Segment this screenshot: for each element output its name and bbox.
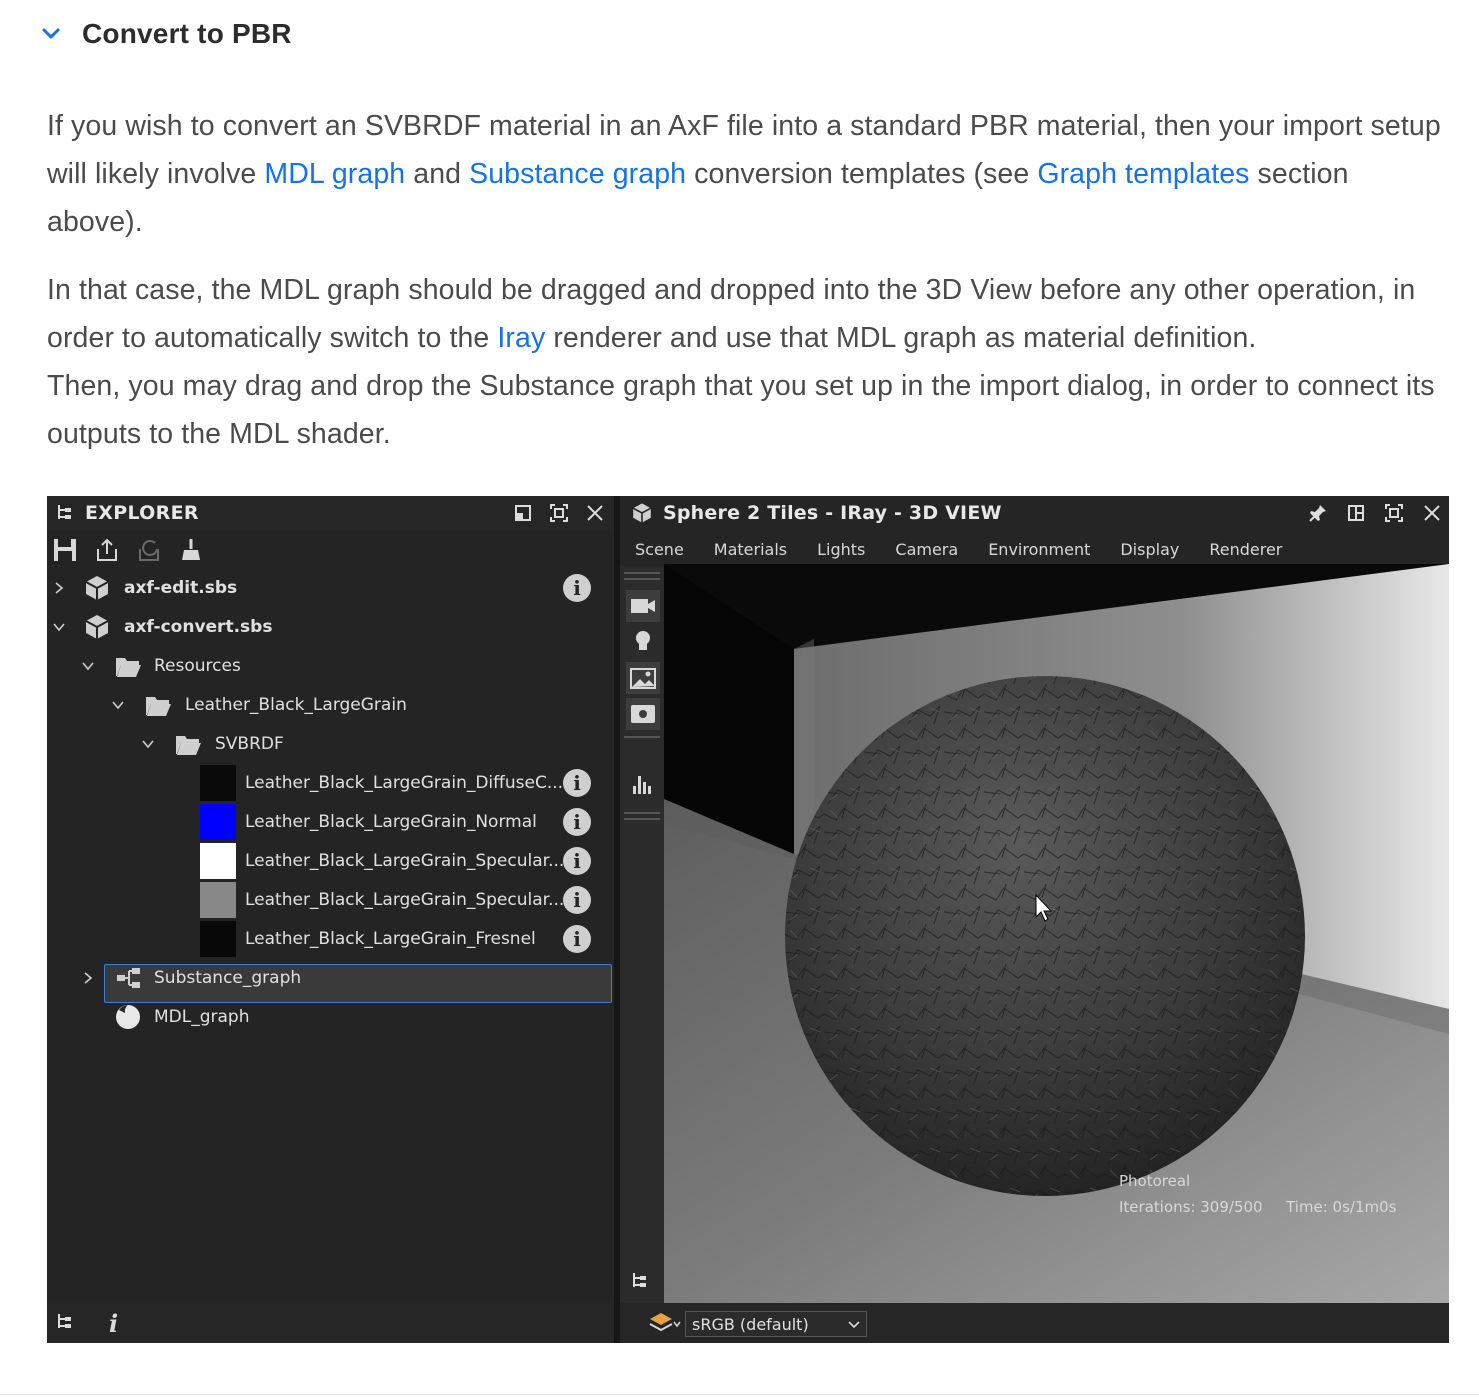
view3d-menubar: Scene Materials Lights Camera Environmen… <box>620 534 1449 564</box>
split-view-icon[interactable] <box>1345 502 1367 524</box>
link-mdl-graph[interactable]: MDL graph <box>264 158 405 190</box>
link-iray[interactable]: Iray <box>497 322 545 354</box>
menu-materials[interactable]: Materials <box>714 540 787 559</box>
tree-item-bitmap-fresnel[interactable]: Leather_Black_LargeGrain_Fresnel i <box>47 919 614 958</box>
float-panel-icon[interactable] <box>512 502 534 524</box>
chevron-down-icon[interactable] <box>80 658 96 674</box>
info-icon[interactable]: i <box>563 768 591 797</box>
package-icon <box>85 575 109 600</box>
tree-item-svbrdf[interactable]: SVBRDF <box>47 724 614 763</box>
tree-item-bitmap-diffuse[interactable]: Leather_Black_LargeGrain_DiffuseC... i <box>47 763 614 802</box>
tree-item-substance-graph[interactable]: Substance_graph <box>47 958 614 997</box>
render-viewport[interactable]: Photoreal Iterations: 309/500 Time: 0s/1… <box>664 564 1449 1304</box>
tree-item-leather-folder[interactable]: Leather_Black_LargeGrain <box>47 685 614 724</box>
explorer-title: EXPLORER <box>85 502 199 524</box>
paragraph-instructions: In that case, the MDL graph should be dr… <box>47 274 1435 450</box>
folder-open-icon <box>116 657 141 677</box>
info-icon[interactable]: i <box>563 573 591 602</box>
tree-icon <box>58 505 71 519</box>
view3d-side-toolbar <box>620 566 664 1306</box>
close-icon[interactable] <box>1421 502 1443 524</box>
chevron-down-icon[interactable] <box>140 736 156 752</box>
menu-camera[interactable]: Camera <box>895 540 958 559</box>
package-icon <box>85 614 109 639</box>
mdl-sphere-icon <box>116 1004 140 1029</box>
colorspace-select[interactable]: sRGB (default) <box>685 1311 867 1337</box>
light-bulb-icon[interactable] <box>626 626 660 658</box>
render-time-label: Time: 0s/1m0s <box>1286 1198 1397 1216</box>
chevron-right-icon[interactable] <box>51 580 67 596</box>
chevron-down-icon[interactable] <box>110 697 126 713</box>
tree-icon[interactable] <box>630 1270 652 1292</box>
thumbnail-swatch <box>200 764 236 801</box>
environment-icon[interactable] <box>626 662 660 694</box>
menu-scene[interactable]: Scene <box>635 540 684 559</box>
tree-item-axf-edit[interactable]: axf-edit.sbs i <box>47 568 614 607</box>
info-icon[interactable]: i <box>563 885 591 914</box>
folder-open-icon <box>176 735 201 755</box>
menu-renderer[interactable]: Renderer <box>1209 540 1282 559</box>
render-iterations-label: Iterations: 309/500 <box>1119 1198 1263 1216</box>
explorer-panel: EXPLORER axf-edit.sbs i axf-convert.sbs … <box>47 496 614 1343</box>
folder-open-icon <box>146 696 171 716</box>
chevron-right-icon[interactable] <box>80 970 96 986</box>
close-icon[interactable] <box>584 502 606 524</box>
section-divider <box>0 1394 1479 1395</box>
statistics-icon[interactable] <box>626 768 660 800</box>
tree-item-bitmap-normal[interactable]: Leather_Black_LargeGrain_Normal i <box>47 802 614 841</box>
thumbnail-swatch <box>200 881 236 918</box>
pin-icon[interactable] <box>1307 502 1329 524</box>
layers-dropdown-icon[interactable] <box>648 1311 682 1335</box>
view3d-panel: Sphere 2 Tiles - IRay - 3D VIEW Scene Ma… <box>620 496 1449 1343</box>
clean-brush-icon[interactable] <box>177 536 205 564</box>
explorer-titlebar: EXPLORER <box>47 496 614 530</box>
view3d-footer: sRGB (default) <box>620 1303 1449 1343</box>
paragraph-intro: If you wish to convert an SVBRDF materia… <box>47 110 1441 238</box>
render-mode-label: Photoreal <box>1119 1172 1191 1190</box>
menu-lights[interactable]: Lights <box>817 540 865 559</box>
info-icon[interactable]: i <box>563 924 591 953</box>
maximize-icon[interactable] <box>1383 502 1405 524</box>
chevron-down-icon <box>42 28 60 39</box>
tree-icon[interactable] <box>55 1311 77 1333</box>
thumbnail-swatch <box>200 803 236 840</box>
reload-icon[interactable] <box>135 536 163 564</box>
link-substance-graph[interactable]: Substance graph <box>469 158 686 190</box>
tree-item-bitmap-specular-2[interactable]: Leather_Black_LargeGrain_Specular... i <box>47 880 614 919</box>
thumbnail-swatch <box>200 842 236 879</box>
tree-item-mdl-graph[interactable]: MDL_graph <box>47 997 614 1036</box>
info-icon[interactable]: i <box>563 846 591 875</box>
render-image <box>664 564 1449 1304</box>
tree-item-axf-convert[interactable]: axf-convert.sbs <box>47 607 614 646</box>
camera-icon[interactable] <box>626 590 660 622</box>
chevron-down-icon[interactable] <box>51 619 67 635</box>
chevron-down-icon <box>848 1321 860 1329</box>
view3d-title: Sphere 2 Tiles - IRay - 3D VIEW <box>663 502 1002 524</box>
app-screenshot: EXPLORER axf-edit.sbs i axf-convert.sbs … <box>47 496 1449 1343</box>
tree-item-bitmap-specular-1[interactable]: Leather_Black_LargeGrain_Specular... i <box>47 841 614 880</box>
info-italic-icon[interactable]: i <box>109 1309 118 1338</box>
package-icon <box>632 503 652 523</box>
section-title: Convert to PBR <box>82 18 292 49</box>
graph-icon <box>117 967 140 988</box>
save-icon[interactable] <box>51 536 79 564</box>
explorer-footer: i <box>47 1301 614 1343</box>
menu-environment[interactable]: Environment <box>988 540 1090 559</box>
thumbnail-swatch <box>200 920 236 957</box>
view3d-titlebar: Sphere 2 Tiles - IRay - 3D VIEW <box>620 496 1449 530</box>
section-toggle-convert-to-pbr[interactable]: Convert to PBR <box>40 14 292 54</box>
info-icon[interactable]: i <box>563 807 591 836</box>
explorer-toolbar <box>47 532 618 568</box>
link-graph-templates[interactable]: Graph templates <box>1037 158 1249 190</box>
display-settings-icon[interactable] <box>626 698 660 730</box>
export-icon[interactable] <box>93 536 121 564</box>
menu-display[interactable]: Display <box>1120 540 1179 559</box>
maximize-icon[interactable] <box>548 502 570 524</box>
tree-item-resources[interactable]: Resources <box>47 646 614 685</box>
